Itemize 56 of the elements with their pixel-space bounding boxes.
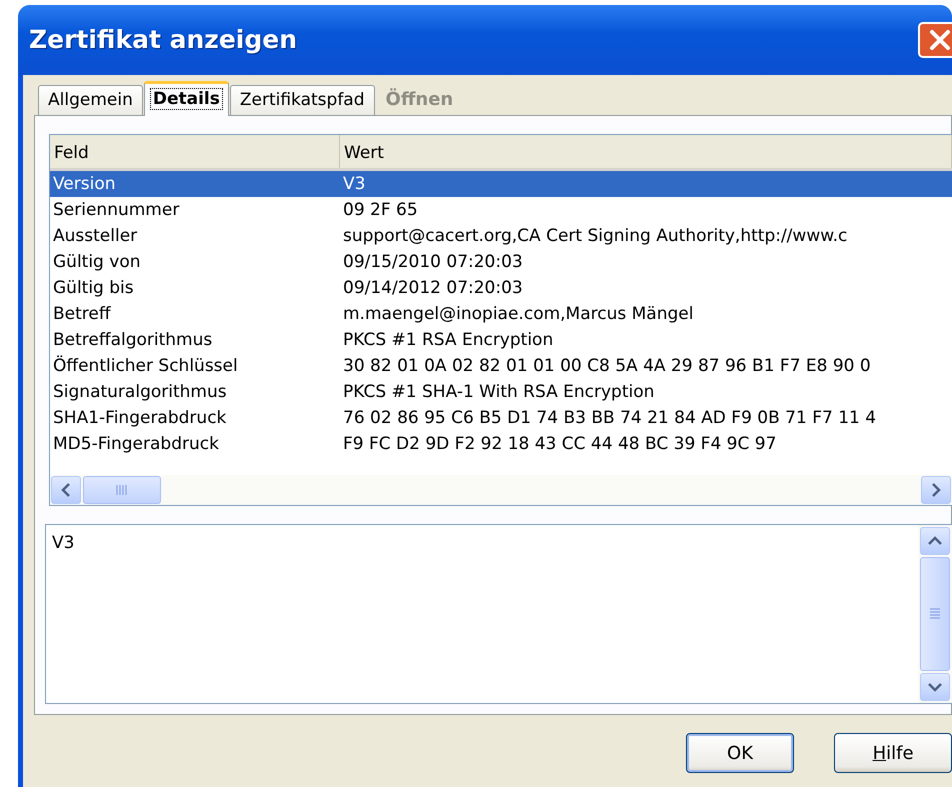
scroll-right-button[interactable] [921, 476, 951, 504]
grip-icon [930, 608, 940, 620]
field-value: 09 2F 65 [342, 199, 419, 222]
list-row[interactable]: SHA1-Fingerabdruck 76 02 86 95 C6 B5 D1 74 B3 BB 74 21 84 AD F9 0B 71 F7 11 4 [50, 405, 952, 431]
grip-icon [116, 485, 128, 495]
close-button[interactable] [918, 22, 952, 58]
horizontal-scrollbar[interactable] [50, 475, 952, 505]
column-header[interactable]: Wert [340, 135, 952, 168]
field-name: Seriennummer [52, 199, 180, 222]
list-row[interactable]: Version V3 [50, 171, 952, 197]
field-name: Aussteller [52, 225, 138, 248]
field-name: Gültig von [52, 251, 142, 274]
dialog-button[interactable]: OK [686, 733, 794, 773]
scroll-down-button[interactable] [920, 673, 950, 701]
field-value: 30 82 01 0A 02 82 01 01 00 C8 5A 4A 29 87 96 B1 F7 E8 90 0 [342, 355, 872, 378]
list-row[interactable]: Betreff m.maengel@inopiae.com,Marcus Mängel [50, 301, 952, 327]
list-row[interactable]: Betreffalgorithmus PKCS #1 RSA Encryption [50, 327, 952, 353]
field-value: m.maengel@inopiae.com,Marcus Mängel [342, 303, 694, 326]
detail-text-box[interactable]: V3 [45, 524, 952, 704]
field-value: V3 [342, 173, 366, 196]
field-value: 76 02 86 95 C6 B5 D1 74 B3 BB 74 21 84 AD F9 0B 71 F7 11 4 [342, 407, 878, 430]
faded-label: Öffnen [386, 87, 454, 112]
tab[interactable]: Zertifikatspfad [230, 84, 375, 115]
tab[interactable]: Allgemein [38, 84, 143, 115]
detail-text: V3 [51, 532, 76, 555]
field-name: SHA1-Fingerabdruck [52, 407, 228, 430]
vertical-scrollbar[interactable] [918, 525, 952, 703]
scroll-left-button[interactable] [51, 476, 81, 504]
field-value: support@cacert.org,CA Cert Signing Authority,http://www.c [342, 225, 848, 248]
field-value: 09/15/2010 07:20:03 [342, 251, 524, 274]
scroll-up-button[interactable] [920, 527, 950, 555]
field-name: Betreff [52, 303, 112, 326]
field-name: Öffentlicher Schlüssel [52, 354, 239, 378]
tab[interactable]: Details [144, 80, 229, 116]
list-row[interactable]: MD5-Fingerabdruck F9 FC D2 9D F2 92 18 43 CC 44 48 BC 39 F4 9C 97 [50, 431, 952, 457]
field-value: PKCS #1 SHA-1 With RSA Encryption [342, 381, 656, 404]
field-value: F9 FC D2 9D F2 92 18 43 CC 44 48 BC 39 F4 9C 97 [342, 433, 778, 456]
list-row[interactable]: Öffentlicher Schlüssel 30 82 01 0A 02 82 01 01 00 C8 5A 4A 29 87 96 B1 F7 E8 90 0 [50, 353, 952, 379]
field-name: MD5-Fingerabdruck [52, 433, 220, 456]
list-row[interactable]: Signaturalgorithmus PKCS #1 SHA-1 With RSA Encryption [50, 379, 952, 405]
field-name: Signaturalgorithmus [52, 381, 228, 404]
list-row[interactable]: Aussteller support@cacert.org,CA Cert Signing Authority,http://www.c [50, 223, 952, 249]
column-header[interactable]: Feld [50, 135, 340, 168]
list-row[interactable]: Seriennummer 09 2F 65 [50, 197, 952, 223]
window-title: Zertifikat anzeigen [29, 24, 298, 56]
field-value: 09/14/2012 07:20:03 [342, 277, 524, 300]
field-value: PKCS #1 RSA Encryption [342, 329, 554, 352]
field-name: Gültig bis [52, 277, 135, 300]
scroll-thumb[interactable] [83, 476, 161, 504]
list-row[interactable]: Gültig von 09/15/2010 07:20:03 [50, 249, 952, 275]
scroll-thumb[interactable] [920, 557, 950, 671]
field-name: Betreffalgorithmus [52, 329, 214, 352]
close-icon [929, 29, 951, 51]
list-row[interactable]: Gültig bis 09/14/2012 07:20:03 [50, 275, 952, 301]
field-name: Version [52, 173, 117, 196]
dialog-button[interactable]: Hilfe [834, 733, 952, 773]
